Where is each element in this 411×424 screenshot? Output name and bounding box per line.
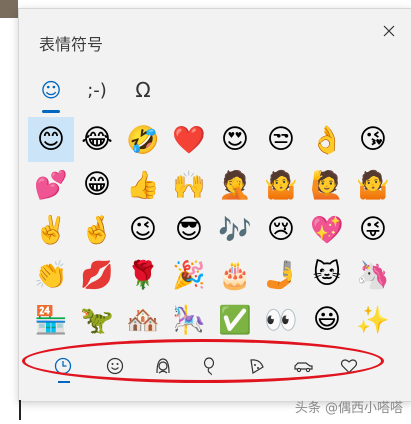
emoji-cell[interactable]: 😂 (74, 117, 120, 162)
tab-active-indicator (42, 110, 60, 113)
category-bar (31, 345, 401, 389)
tab-kaomoji[interactable]: ;-) (75, 67, 119, 113)
background-window-corner (0, 0, 18, 18)
category-symbols[interactable] (331, 349, 367, 383)
emoji-cell[interactable]: 😊 (28, 117, 74, 162)
emoji-cell[interactable]: ✌️ (28, 207, 74, 252)
emoji-cell[interactable]: 💖 (304, 207, 350, 252)
emoji-cell-empty (396, 252, 411, 297)
smiley-icon (106, 357, 124, 375)
close-icon (383, 25, 395, 37)
emoji-cell[interactable]: 👍 (120, 162, 166, 207)
emoji-cell-empty (396, 297, 411, 342)
emoji-cell[interactable]: 😘 (350, 117, 396, 162)
emoji-panel: 表情符号 ☺ ;-) Ω 😊 😂 🤣 ❤️ 😍 😒 👌 😘 💕 😁 👍 🙌 🤦 🤷 🙋 🤷 ✌️ 🤞 😉 😎 🎶 😢 💖 😜 👏… (18, 8, 411, 402)
emoji-cell-empty (396, 207, 411, 252)
emoji-cell[interactable]: 😎 (166, 207, 212, 252)
emoji-grid: 😊 😂 🤣 ❤️ 😍 😒 👌 😘 💕 😁 👍 🙌 🤦 🤷 🙋 🤷 ✌️ 🤞 😉 😎 🎶 😢 💖 😜 👏 💋 🌹 🎉 🎂 🤳 🐱 🦄 🏪 🦖 🏘️ 🎠 ✅… (28, 117, 411, 342)
emoji-cell[interactable]: ✅ (212, 297, 258, 342)
emoji-cell[interactable]: 😜 (350, 207, 396, 252)
emoji-cell[interactable]: 🎠 (166, 297, 212, 342)
emoji-cell[interactable]: 🎶 (212, 207, 258, 252)
category-food[interactable] (239, 349, 275, 383)
recent-icon (54, 357, 72, 375)
panel-title: 表情符号 (39, 35, 104, 54)
tab-emoji[interactable]: ☺ (29, 67, 73, 113)
emoji-cell[interactable]: 😢 (258, 207, 304, 252)
emoji-cell[interactable]: ❤️ (166, 117, 212, 162)
category-active-indicator (58, 381, 70, 383)
emoji-cell[interactable]: 😃 (304, 297, 350, 342)
category-celebration[interactable] (192, 349, 228, 383)
category-travel[interactable] (285, 349, 321, 383)
heart-icon (340, 359, 358, 374)
text-cursor (19, 400, 21, 420)
person-icon (156, 358, 170, 374)
category-smileys[interactable] (97, 349, 133, 383)
category-recent[interactable] (45, 349, 81, 383)
emoji-cell[interactable]: 🌹 (120, 252, 166, 297)
emoji-cell[interactable]: 👏 (28, 252, 74, 297)
emoji-cell[interactable]: 😉 (120, 207, 166, 252)
emoji-cell[interactable]: 🐱 (304, 252, 350, 297)
tab-symbols-label: Ω (135, 78, 151, 102)
emoji-cell[interactable]: 👌 (304, 117, 350, 162)
close-button[interactable] (377, 19, 401, 43)
emoji-cell[interactable]: 🦄 (350, 252, 396, 297)
car-icon (294, 362, 313, 373)
emoji-cell[interactable]: 🤷 (258, 162, 304, 207)
emoji-cell[interactable]: 🏘️ (120, 297, 166, 342)
emoji-cell[interactable]: ✨ (350, 297, 396, 342)
emoji-cell[interactable]: 😁 (74, 162, 120, 207)
emoji-cell[interactable]: 🤳 (258, 252, 304, 297)
emoji-cell[interactable]: 🏪 (28, 297, 74, 342)
emoji-cell[interactable]: 🤷 (350, 162, 396, 207)
pizza-icon (250, 359, 264, 374)
emoji-cell[interactable]: 🎂 (212, 252, 258, 297)
emoji-cell[interactable]: 🙋 (304, 162, 350, 207)
emoji-cell[interactable]: 🤦 (212, 162, 258, 207)
emoji-cell[interactable]: 🤞 (74, 207, 120, 252)
emoji-cell[interactable]: 🙌 (166, 162, 212, 207)
emoji-cell[interactable]: 🎉 (166, 252, 212, 297)
emoji-cell[interactable]: 😒 (258, 117, 304, 162)
watermark: 头条 @偶西小嗒嗒 (294, 401, 403, 416)
emoji-cell[interactable]: 🦖 (74, 297, 120, 342)
emoji-cell-empty (396, 117, 411, 162)
category-people[interactable] (145, 349, 181, 383)
document-area (0, 18, 18, 424)
emoji-cell-empty (396, 162, 411, 207)
tab-symbols[interactable]: Ω (121, 67, 165, 113)
emoji-cell[interactable]: 👀 (258, 297, 304, 342)
emoji-cell[interactable]: 💕 (28, 162, 74, 207)
emoji-cell[interactable]: 😍 (212, 117, 258, 162)
emoji-cell[interactable]: 🤣 (120, 117, 166, 162)
tab-emoji-label: ☺ (40, 78, 62, 102)
tab-kaomoji-label: ;-) (87, 79, 107, 101)
emoji-cell[interactable]: 💋 (74, 252, 120, 297)
balloon-icon (203, 357, 215, 376)
